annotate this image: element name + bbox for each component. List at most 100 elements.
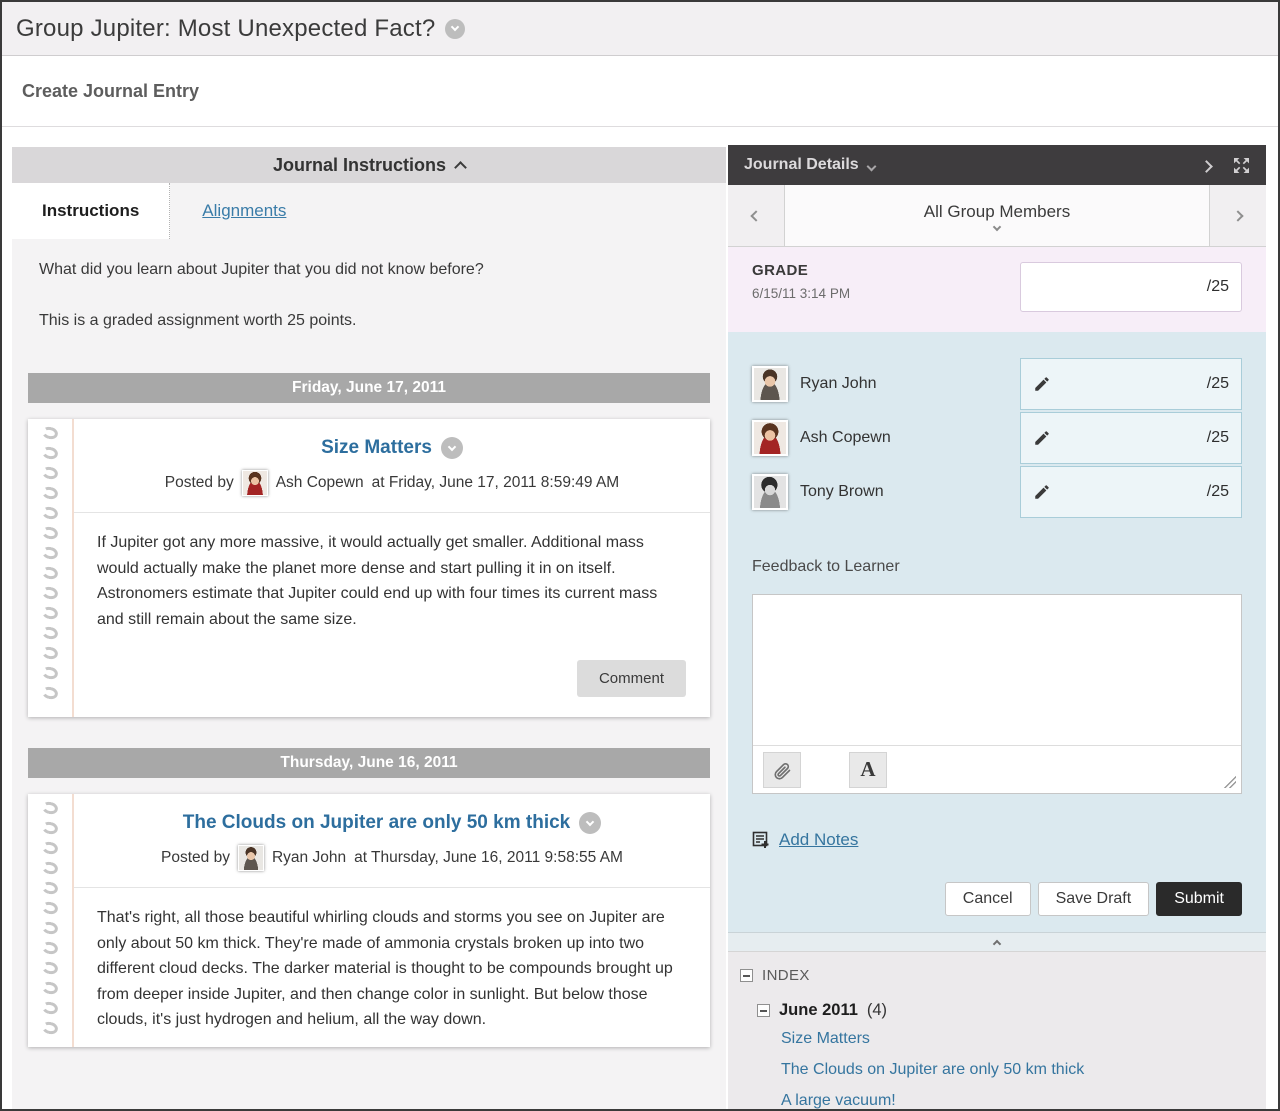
collapse-index-icon[interactable] <box>740 969 753 982</box>
grade-denominator: /25 <box>1207 278 1229 296</box>
entry-timestamp: at Thursday, June 16, 2011 9:58:55 AM <box>354 849 623 867</box>
tab-alignments[interactable]: Alignments <box>170 183 318 239</box>
entry-title-link[interactable]: The Clouds on Jupiter are only 50 km thi… <box>183 812 570 834</box>
binder-ring-icon <box>41 960 59 976</box>
journal-page: Group Jupiter: Most Unexpected Fact? Cre… <box>0 0 1280 1111</box>
add-notes-link[interactable]: Add Notes <box>779 830 858 850</box>
instructions-tabs: Instructions Alignments <box>12 183 726 239</box>
spiral-binding-decoration <box>28 419 72 717</box>
edit-grade-button[interactable] <box>1033 483 1051 501</box>
posted-by-label: Posted by <box>161 849 230 867</box>
entry-body: That's right, all those beautiful whirli… <box>74 888 710 1047</box>
chevron-up-icon <box>993 939 1001 947</box>
entry-date-header: Friday, June 17, 2011 <box>28 373 710 403</box>
collapse-month-icon[interactable] <box>757 1004 770 1017</box>
collapse-grading-panel-button[interactable] <box>728 932 1266 952</box>
binder-ring-icon <box>41 1000 59 1016</box>
index-group-label: June 2011 <box>779 1001 858 1020</box>
resize-handle[interactable] <box>1223 775 1236 788</box>
member-grade-box: /25 <box>1020 358 1242 410</box>
entry-menu-chevron-icon[interactable] <box>441 437 463 459</box>
submit-button[interactable]: Submit <box>1156 882 1242 916</box>
details-menu-chevron-icon[interactable] <box>866 162 876 172</box>
member-row: Ryan John /25 <box>752 358 1242 410</box>
pencil-icon <box>1033 483 1051 501</box>
avatar <box>242 470 268 496</box>
entry-author: Ryan John <box>272 849 346 867</box>
binder-ring-icon <box>41 645 59 661</box>
collapse-instructions-icon[interactable] <box>454 161 467 174</box>
feedback-to-learner-label: Feedback to Learner <box>752 558 1242 576</box>
binder-ring-icon <box>41 900 59 916</box>
grade-denominator: /25 <box>1207 375 1229 393</box>
instructions-panel-header: Journal Instructions <box>12 147 726 183</box>
spiral-binding-decoration <box>28 794 72 1047</box>
cancel-button[interactable]: Cancel <box>945 882 1031 916</box>
feedback-editor: A <box>752 594 1242 794</box>
binder-ring-icon <box>41 505 59 521</box>
tab-instructions[interactable]: Instructions <box>12 183 170 239</box>
binder-ring-icon <box>41 485 59 501</box>
grading-section: Ryan John /25 Ash Copewn <box>728 332 1266 932</box>
binder-ring-icon <box>41 465 59 481</box>
instructions-panel-title: Journal Instructions <box>273 155 446 176</box>
next-member-button[interactable] <box>1209 185 1266 246</box>
entry-menu-chevron-icon[interactable] <box>579 812 601 834</box>
instructions-body: What did you learn about Jupiter that yo… <box>12 239 726 331</box>
entry-body: If Jupiter got any more massive, it woul… <box>74 513 710 646</box>
note-plus-icon <box>752 831 770 849</box>
member-grade-box: /25 <box>1020 412 1242 464</box>
attach-file-button[interactable] <box>763 752 801 788</box>
entry-posted-meta: Posted by Ash Copewn at Friday, June 17,… <box>94 470 690 496</box>
member-grade-box: /25 <box>1020 466 1242 518</box>
fullscreen-icon[interactable] <box>1233 157 1250 174</box>
binder-ring-icon <box>41 445 59 461</box>
member-row: Tony Brown /25 <box>752 466 1242 518</box>
group-grade-input[interactable] <box>1033 278 1207 296</box>
instructions-paragraph: This is a graded assignment worth 25 poi… <box>39 310 699 332</box>
entry-posted-meta: Posted by Ryan John at Thursday, June 16… <box>94 845 690 871</box>
binder-ring-icon <box>41 1020 59 1036</box>
binder-ring-icon <box>41 525 59 541</box>
instructions-paragraph: What did you learn about Jupiter that yo… <box>39 259 699 281</box>
member-selector-dropdown[interactable]: All Group Members <box>785 185 1209 246</box>
journal-entry-card: Size Matters Posted by Ash Copewn at Fri… <box>28 419 710 717</box>
journal-entry-card: The Clouds on Jupiter are only 50 km thi… <box>28 794 710 1047</box>
previous-member-button[interactable] <box>728 185 785 246</box>
chevron-down-icon <box>993 222 1001 230</box>
index-entry-link[interactable]: The Clouds on Jupiter are only 50 km thi… <box>781 1061 1254 1079</box>
binder-ring-icon <box>41 425 59 441</box>
open-panel-arrow-icon[interactable] <box>1200 160 1213 173</box>
member-name: Ash Copewn <box>800 429 891 447</box>
binder-ring-icon <box>41 820 59 836</box>
letter-a-icon: A <box>860 757 875 782</box>
binder-ring-icon <box>41 605 59 621</box>
binder-ring-icon <box>41 585 59 601</box>
text-format-button[interactable]: A <box>849 752 887 788</box>
group-grade-box: /25 <box>1020 262 1242 312</box>
paperclip-icon <box>772 760 792 780</box>
binder-ring-icon <box>41 860 59 876</box>
title-menu-chevron-icon[interactable] <box>445 19 465 39</box>
entry-title-link[interactable]: Size Matters <box>321 437 432 459</box>
grade-section: GRADE 6/15/11 3:14 PM /25 <box>728 247 1266 332</box>
comment-button[interactable]: Comment <box>577 660 686 697</box>
chevron-right-icon <box>1232 210 1243 221</box>
save-draft-button[interactable]: Save Draft <box>1038 882 1150 916</box>
binder-ring-icon <box>41 565 59 581</box>
feedback-textarea[interactable] <box>753 595 1241 745</box>
grade-timestamp: 6/15/11 3:14 PM <box>752 286 850 301</box>
create-journal-entry-button[interactable]: Create Journal Entry <box>22 81 199 102</box>
edit-grade-button[interactable] <box>1033 429 1051 447</box>
avatar <box>752 474 788 510</box>
binder-ring-icon <box>41 940 59 956</box>
title-bar: Group Jupiter: Most Unexpected Fact? <box>2 2 1278 56</box>
edit-grade-button[interactable] <box>1033 375 1051 393</box>
binder-ring-icon <box>41 840 59 856</box>
index-entry-link[interactable]: Size Matters <box>781 1030 1254 1048</box>
binder-ring-icon <box>41 665 59 681</box>
index-entry-link[interactable]: A large vacuum! <box>781 1092 1254 1109</box>
pencil-icon <box>1033 429 1051 447</box>
member-name: Ryan John <box>800 375 877 393</box>
grade-denominator: /25 <box>1207 429 1229 447</box>
